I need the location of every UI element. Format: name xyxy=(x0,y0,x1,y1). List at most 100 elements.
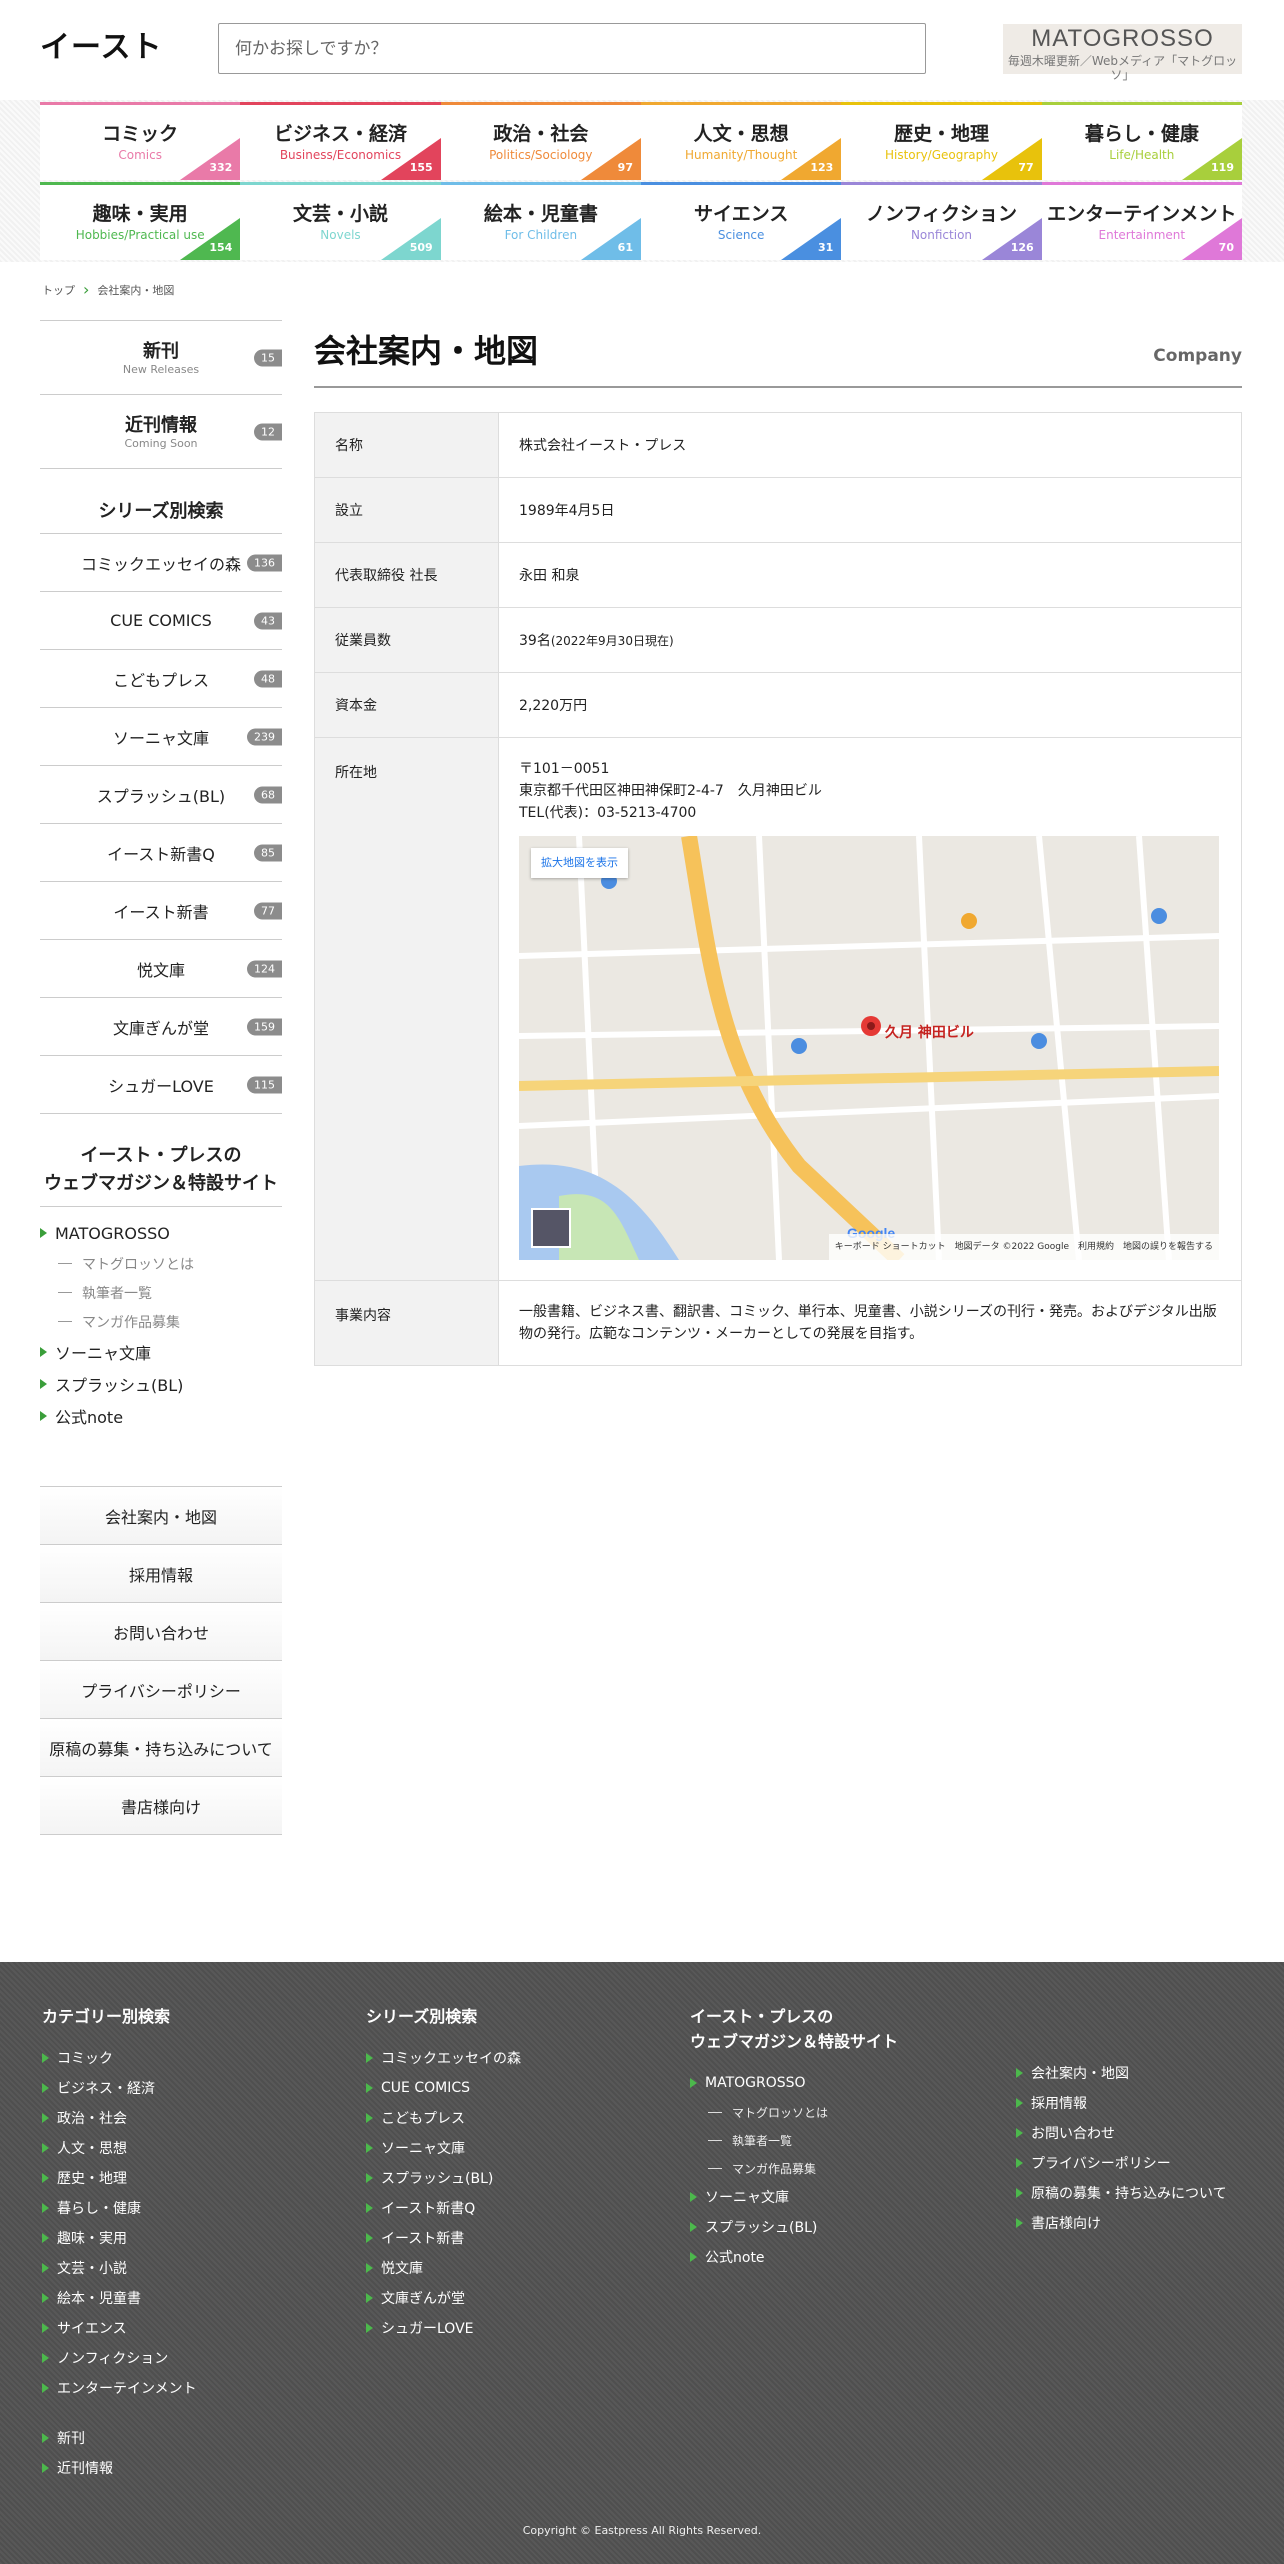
sidebar-series-item[interactable]: イースト新書Q 85 xyxy=(40,824,282,882)
footer-link[interactable]: 新刊 xyxy=(42,2423,197,2453)
sidebar-sublink[interactable]: 執筆者一覧 xyxy=(40,1278,282,1307)
map-footer[interactable]: キーボード ショートカット 地図データ ©2022 Google 利用規約 地図… xyxy=(828,1234,1219,1260)
sidebar-series-item[interactable]: CUE COMICS 43 xyxy=(40,592,282,650)
sidebar-webmag-link[interactable]: スプラッシュ(BL) xyxy=(40,1368,282,1400)
sidebar-company-button[interactable]: 原稿の募集・持ち込みについて xyxy=(40,1719,282,1777)
footer-link[interactable]: 近刊情報 xyxy=(42,2453,197,2483)
footer-link[interactable]: スプラッシュ(BL) xyxy=(366,2163,521,2193)
footer-series-heading: シリーズ別検索 xyxy=(366,2007,478,2026)
category-tile[interactable]: エンターテインメント Entertainment 70 xyxy=(1041,182,1242,260)
triangle-right-icon xyxy=(40,1379,47,1389)
footer-link[interactable]: 文芸・小説 xyxy=(42,2253,197,2283)
footer-link[interactable]: コミックエッセイの森 xyxy=(366,2043,521,2073)
sidebar-sublink[interactable]: マンガ作品募集 xyxy=(40,1307,282,1336)
footer-link[interactable]: プライバシーポリシー xyxy=(1016,2148,1227,2178)
table-row: 資本金 2,220万円 xyxy=(314,672,1242,738)
sidebar-webmag-link[interactable]: ソーニャ文庫 xyxy=(40,1336,282,1368)
breadcrumb-home[interactable]: トップ xyxy=(42,282,75,298)
category-tile[interactable]: 暮らし・健康 Life/Health 119 xyxy=(1041,102,1242,180)
category-tile[interactable]: 人文・思想 Humanity/Thought 123 xyxy=(640,102,842,180)
footer-link[interactable]: 歴史・地理 xyxy=(42,2163,197,2193)
webmag-other-links: ソーニャ文庫スプラッシュ(BL) 公式note xyxy=(40,1336,282,1432)
footer-link[interactable]: 会社案内・地図 xyxy=(1016,2058,1227,2088)
category-tile[interactable]: 文芸・小説 Novels 509 xyxy=(240,182,441,260)
footer-link[interactable]: ソーニャ文庫 xyxy=(690,2182,898,2212)
footer-link[interactable]: 絵本・児童書 xyxy=(42,2283,197,2313)
triangle-right-icon xyxy=(1016,2128,1023,2138)
triangle-right-icon xyxy=(40,1228,47,1238)
sidebar-sublink[interactable]: マトグロッソとは xyxy=(40,1249,282,1278)
sidebar-series-item[interactable]: 悦文庫 124 xyxy=(40,940,282,998)
category-tile[interactable]: サイエンス Science 31 xyxy=(640,182,842,260)
footer-sublink[interactable]: 執筆者一覧 xyxy=(690,2126,898,2154)
breadcrumb: トップ › 会社案内・地図 xyxy=(42,280,174,299)
enlarge-map-button[interactable]: 拡大地図を表示 xyxy=(531,848,628,878)
footer-link[interactable]: 文庫ぎんが堂 xyxy=(366,2283,521,2313)
sidebar-new-releases[interactable]: 新刊 New Releases 15 xyxy=(40,321,282,395)
footer-link[interactable]: 悦文庫 xyxy=(366,2253,521,2283)
footer-link[interactable]: ビジネス・経済 xyxy=(42,2073,197,2103)
footer-category-links: コミック ビジネス・経済 政治・社会人文・思想歴史・地理 暮らし・健康 趣味・実用 文芸・… xyxy=(42,2043,197,2403)
sidebar-company-button[interactable]: お問い合わせ xyxy=(40,1603,282,1661)
sidebar-webmag-link[interactable]: 公式note xyxy=(40,1400,282,1432)
category-tile[interactable]: 絵本・児童書 For Children 61 xyxy=(440,182,641,260)
triangle-right-icon xyxy=(42,2383,49,2393)
footer-link[interactable]: CUE COMICS xyxy=(366,2073,521,2103)
footer-link[interactable]: 政治・社会 xyxy=(42,2103,197,2133)
footer-sublink[interactable]: マンガ作品募集 xyxy=(690,2154,898,2182)
link-label: 人文・思想 xyxy=(57,2141,127,2157)
footer-link[interactable]: 原稿の募集・持ち込みについて xyxy=(1016,2178,1227,2208)
category-tile[interactable]: 趣味・実用 Hobbies/Practical use 154 xyxy=(40,182,241,260)
sidebar-company-button[interactable]: 書店様向け xyxy=(40,1777,282,1835)
sidebar-series-item[interactable]: コミックエッセイの森 136 xyxy=(40,534,282,592)
sidebar-series-item[interactable]: スプラッシュ(BL) 68 xyxy=(40,766,282,824)
sidebar-company-button[interactable]: 会社案内・地図 xyxy=(40,1487,282,1545)
triangle-right-icon xyxy=(1016,2188,1023,2198)
sidebar-series-item[interactable]: イースト新書 77 xyxy=(40,882,282,940)
footer-link[interactable]: 公式note xyxy=(690,2242,898,2272)
footer-link[interactable]: 採用情報 xyxy=(1016,2088,1227,2118)
footer-link-matogrosso[interactable]: MATOGROSSO xyxy=(690,2068,898,2098)
sidebar-company-button[interactable]: プライバシーポリシー xyxy=(40,1661,282,1719)
sidebar-series-item[interactable]: シュガーLOVE 115 xyxy=(40,1056,282,1114)
link-label: 悦文庫 xyxy=(381,2261,423,2277)
triangle-right-icon xyxy=(690,2252,697,2262)
triangle-right-icon xyxy=(42,2433,49,2443)
footer-link[interactable]: 暮らし・健康 xyxy=(42,2193,197,2223)
category-tile[interactable]: ビジネス・経済 Business/Economics 155 xyxy=(240,102,441,180)
sidebar-series-item[interactable]: ソーニャ文庫 239 xyxy=(40,708,282,766)
category-tile[interactable]: 政治・社会 Politics/Sociology 97 xyxy=(440,102,641,180)
footer-link[interactable]: シュガーLOVE xyxy=(366,2313,521,2343)
category-tile[interactable]: 歴史・地理 History/Geography 77 xyxy=(841,102,1042,180)
footer-webmag-other-links: ソーニャ文庫 スプラッシュ(BL) 公式note xyxy=(690,2182,898,2272)
footer-link[interactable]: スプラッシュ(BL) xyxy=(690,2212,898,2242)
sidebar-link-matogrosso[interactable]: MATOGROSSO xyxy=(40,1217,282,1249)
site-logo[interactable]: イースト xyxy=(40,22,163,66)
sidebar-series-item[interactable]: こどもプレス 48 xyxy=(40,650,282,708)
category-tile[interactable]: コミック Comics 332 xyxy=(40,102,241,180)
google-map[interactable]: 拡大地図を表示 久月 神田ビル Google キーボード ショートカット 地図デ… xyxy=(519,836,1219,1260)
footer-link[interactable]: 書店様向け xyxy=(1016,2208,1227,2238)
sidebar-coming-soon[interactable]: 近刊情報 Coming Soon 12 xyxy=(40,395,282,469)
link-label: スプラッシュ(BL) xyxy=(55,1376,184,1395)
footer-link[interactable]: コミック xyxy=(42,2043,197,2073)
footer-link[interactable]: 趣味・実用 xyxy=(42,2223,197,2253)
series-label: こどもプレス xyxy=(112,670,209,690)
footer-link[interactable]: イースト新書 xyxy=(366,2223,521,2253)
footer-sublink[interactable]: マトグロッソとは xyxy=(690,2098,898,2126)
footer-link[interactable]: サイエンス xyxy=(42,2313,197,2343)
sidebar-series-item[interactable]: 文庫ぎんが堂 159 xyxy=(40,998,282,1056)
matogrosso-banner[interactable]: MATOGROSSO 毎週木曜更新／Webメディア「マトグロッソ」 xyxy=(1003,24,1242,82)
satellite-toggle[interactable] xyxy=(531,1208,571,1248)
footer-link[interactable]: こどもプレス xyxy=(366,2103,521,2133)
footer-link[interactable]: イースト新書Q xyxy=(366,2193,521,2223)
footer-link[interactable]: ソーニャ文庫 xyxy=(366,2133,521,2163)
footer-link[interactable]: 人文・思想 xyxy=(42,2133,197,2163)
search-input[interactable] xyxy=(218,23,926,74)
footer-link[interactable]: ノンフィクション xyxy=(42,2343,197,2373)
footer-link[interactable]: お問い合わせ xyxy=(1016,2118,1227,2148)
footer-webmag-heading-line1: イースト・プレスの xyxy=(690,2007,834,2026)
sidebar-company-button[interactable]: 採用情報 xyxy=(40,1545,282,1603)
footer-link[interactable]: エンターテインメント xyxy=(42,2373,197,2403)
category-tile[interactable]: ノンフィクション Nonfiction 126 xyxy=(841,182,1042,260)
